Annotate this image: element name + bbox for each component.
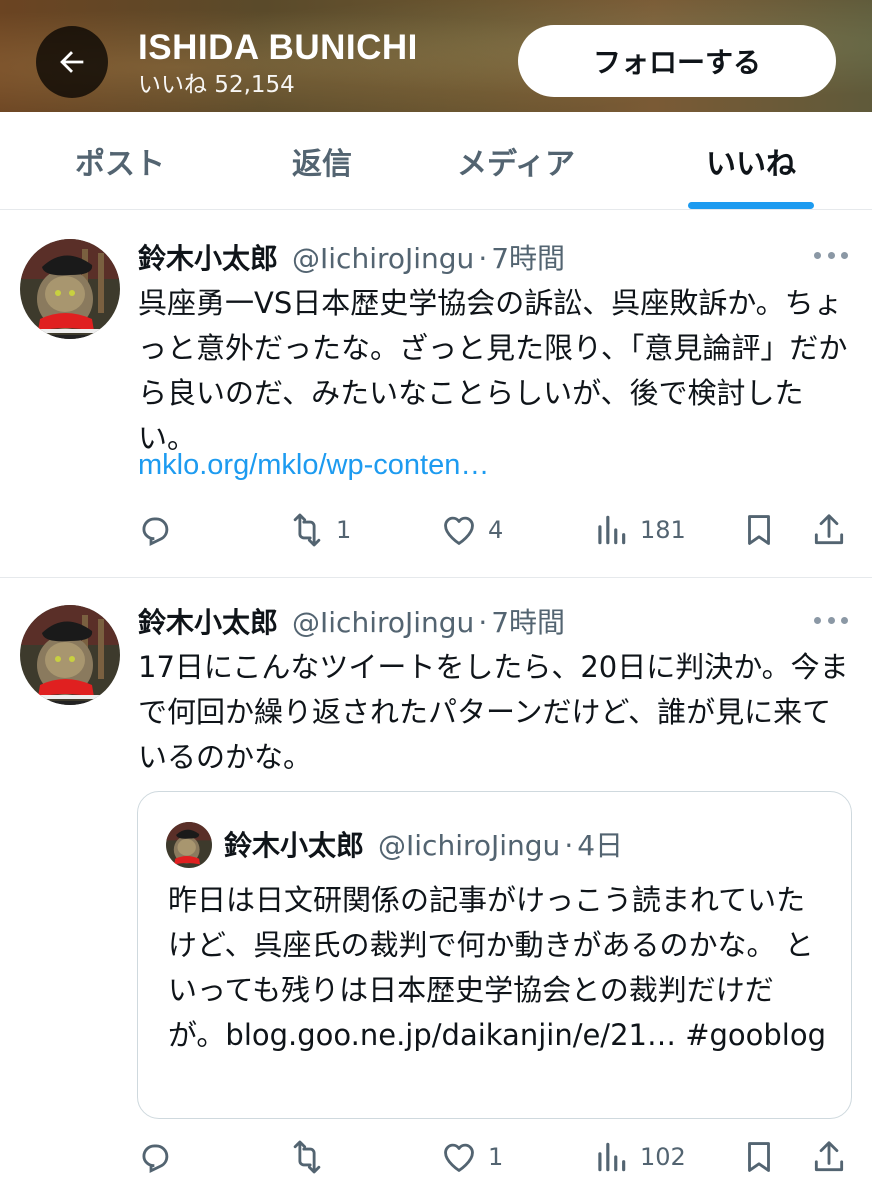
tweet-actions: 1 4 181 [0, 505, 872, 555]
more-icon[interactable] [814, 249, 848, 261]
separator-dot: · [478, 242, 488, 275]
quote-time: 4日 [577, 829, 624, 862]
tweet[interactable]: 鈴木小太郎 @IichiroJingu · 7時間 呉座勇一VS日本歴史学協会の… [0, 211, 872, 578]
author-handle[interactable]: @IichiroJingu [292, 606, 474, 639]
reply-button[interactable] [136, 1132, 174, 1182]
share-button[interactable] [810, 1132, 848, 1182]
tab-replies[interactable]: 返信 [222, 112, 422, 210]
tweet-time[interactable]: 7時間 [491, 237, 565, 277]
bookmark-icon [748, 515, 770, 545]
repost-icon [293, 1140, 321, 1174]
like-button[interactable]: 1 [440, 1132, 503, 1182]
bookmark-icon [748, 1142, 770, 1172]
share-button[interactable] [810, 505, 848, 555]
like-count: 4 [488, 516, 504, 544]
profile-title-block: ISHIDA BUNICHI いいね 52,154 [138, 28, 418, 100]
tweet-link[interactable]: mklo.org/mklo/wp-conten… [138, 449, 489, 482]
like-count: 1 [488, 1143, 504, 1171]
repost-icon [293, 513, 321, 547]
author-handle[interactable]: @IichiroJingu [292, 242, 474, 275]
reply-icon [142, 517, 169, 547]
cat-avatar-image [20, 239, 120, 339]
profile-header: ISHIDA BUNICHI いいね 52,154 フォローする [0, 0, 872, 112]
more-icon[interactable] [814, 614, 848, 626]
avatar[interactable] [20, 239, 120, 339]
separator-dot: · [478, 606, 488, 639]
tweet-text: 呉座勇一VS日本歴史学協会の訴訟、呉座敗訴か。ちょっと意外だったな。ざっと見た限… [138, 286, 848, 455]
tab-likes[interactable]: いいね [651, 112, 851, 210]
follow-button[interactable]: フォローする [518, 25, 836, 97]
reply-button[interactable] [136, 505, 174, 555]
quote-avatar [166, 822, 212, 868]
tab-posts[interactable]: ポスト [20, 112, 220, 210]
active-tab-indicator [688, 202, 814, 209]
likes-count: いいね 52,154 [138, 72, 295, 98]
tweet-header: 鈴木小太郎 @IichiroJingu · 7時間 [138, 237, 565, 277]
views-button[interactable]: 102 [592, 1132, 686, 1182]
quote-author-handle: @IichiroJingu [378, 829, 561, 862]
author-name[interactable]: 鈴木小太郎 [138, 237, 278, 277]
views-button[interactable]: 181 [592, 505, 686, 555]
profile-name: ISHIDA BUNICHI [138, 28, 418, 67]
quote-text: 昨日は日文研関係の記事がけっこう読まれていたけど、呉座氏の裁判で何か動きがあるの… [168, 883, 827, 1052]
views-count: 102 [640, 1143, 686, 1171]
back-button[interactable] [36, 26, 108, 98]
repost-button[interactable]: 1 [288, 505, 351, 555]
like-icon [444, 516, 474, 545]
bookmark-button[interactable] [740, 1132, 778, 1182]
separator-dot: · [564, 829, 574, 862]
avatar[interactable] [20, 605, 120, 705]
bookmark-button[interactable] [740, 505, 778, 555]
reply-icon [142, 1144, 169, 1174]
quote-author-name: 鈴木小太郎 [224, 829, 365, 862]
profile-tabs: ポスト 返信 メディア いいね [0, 112, 872, 210]
like-icon [444, 1143, 474, 1172]
tweet-text: 17日にこんなツイートをしたら、20日に判決か。今まで何回か繰り返されたパターン… [138, 650, 849, 774]
quote-header: 鈴木小太郎 @IichiroJingu · 4日 [224, 824, 623, 864]
author-name[interactable]: 鈴木小太郎 [138, 601, 278, 641]
share-icon [814, 514, 844, 545]
like-button[interactable]: 4 [440, 505, 503, 555]
tab-media[interactable]: メディア [416, 112, 616, 210]
cat-avatar-image [166, 822, 212, 868]
back-arrow-icon [60, 51, 84, 73]
views-icon [598, 515, 626, 545]
tweet-header: 鈴木小太郎 @IichiroJingu · 7時間 [138, 601, 565, 641]
views-count: 181 [640, 516, 686, 544]
tweet-actions: 1 102 [0, 1132, 872, 1182]
cat-avatar-image [20, 605, 120, 705]
quote-tweet[interactable]: 鈴木小太郎 @IichiroJingu · 4日 昨日は日文研関係の記事がけっこ… [137, 791, 852, 1119]
views-icon [598, 1142, 626, 1172]
repost-count: 1 [336, 516, 352, 544]
tweet-time[interactable]: 7時間 [491, 601, 565, 641]
share-icon [814, 1141, 844, 1172]
tweet[interactable]: 鈴木小太郎 @IichiroJingu · 7時間 17日にこんなツイートをした… [0, 579, 872, 1200]
repost-button[interactable] [288, 1132, 326, 1182]
